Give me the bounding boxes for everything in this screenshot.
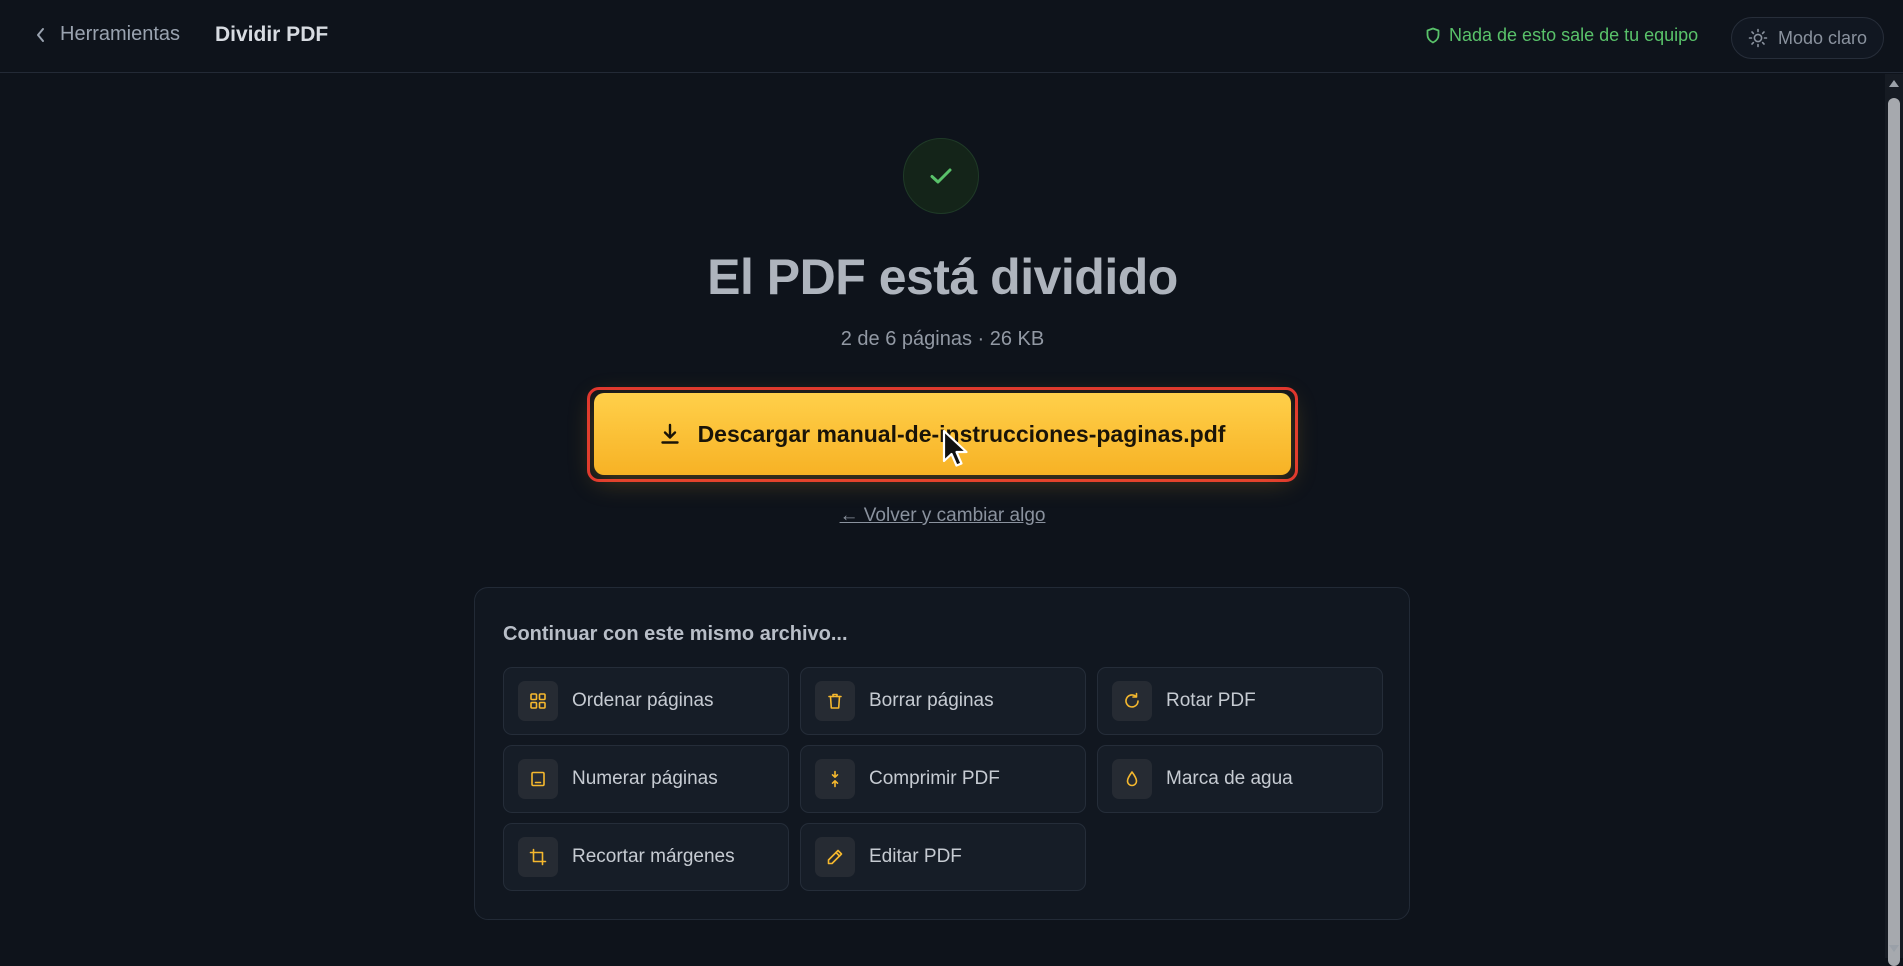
- scrollbar-thumb[interactable]: [1888, 98, 1900, 966]
- grid-icon: [518, 681, 558, 721]
- back-label: Herramientas: [60, 23, 181, 45]
- back-and-change-link[interactable]: ← Volver y cambiar algo: [0, 505, 1885, 527]
- result-meta: 2 de 6 páginas · 26 KB: [840, 328, 1045, 350]
- tool-ordenar-paginas[interactable]: Ordenar páginas: [503, 667, 789, 735]
- pencil-icon: [815, 837, 855, 877]
- shield-icon: [1426, 27, 1440, 44]
- back-and-change-text[interactable]: ← Volver y cambiar algo: [840, 505, 1046, 526]
- tool-recortar-margenes[interactable]: Recortar márgenes: [503, 823, 789, 891]
- light-mode-toggle[interactable]: Modo claro: [1731, 17, 1884, 59]
- tool-comprimir-pdf[interactable]: Comprimir PDF: [800, 745, 1086, 813]
- rotate-icon: [1112, 681, 1152, 721]
- mode-toggle-label: Modo claro: [1777, 27, 1868, 48]
- success-badge: [903, 138, 979, 214]
- tool-editar-pdf[interactable]: Editar PDF: [800, 823, 1086, 891]
- crop-icon: [518, 837, 558, 877]
- vertical-scrollbar[interactable]: [1885, 74, 1903, 966]
- tool-label: Ordenar páginas: [572, 690, 714, 711]
- droplet-icon: [1112, 759, 1152, 799]
- tool-label: Rotar PDF: [1166, 690, 1256, 711]
- page-number-icon: [518, 759, 558, 799]
- chevron-left-icon: [37, 27, 44, 42]
- tool-borrar-paginas[interactable]: Borrar páginas: [800, 667, 1086, 735]
- privacy-text: Nada de esto sale de tu equipo: [1449, 25, 1699, 45]
- tool-label: Editar PDF: [869, 846, 962, 867]
- download-icon: [660, 423, 679, 444]
- tool-numerar-paginas[interactable]: Numerar páginas: [503, 745, 789, 813]
- tool-label: Comprimir PDF: [869, 768, 1000, 789]
- privacy-note: Nada de esto sale de tu equipo: [1426, 25, 1698, 46]
- continue-panel: Continuar con este mismo archivo... Orde…: [474, 587, 1410, 920]
- tool-label: Numerar páginas: [572, 768, 718, 789]
- trash-icon: [815, 681, 855, 721]
- tool-label: Borrar páginas: [869, 690, 994, 711]
- continue-panel-title: Continuar con este mismo archivo...: [503, 623, 848, 645]
- tool-label: Recortar márgenes: [572, 846, 735, 867]
- back-to-tools-link[interactable]: Herramientas: [36, 23, 180, 46]
- checkmark-icon: [930, 168, 952, 184]
- tool-rotar-pdf[interactable]: Rotar PDF: [1097, 667, 1383, 735]
- page-title: Dividir PDF: [215, 23, 329, 46]
- scroll-up-arrow-icon[interactable]: [1889, 80, 1899, 87]
- mouse-cursor-icon: [942, 429, 968, 467]
- scroll-down-arrow-icon[interactable]: [1889, 945, 1899, 952]
- tool-marca-de-agua[interactable]: Marca de agua: [1097, 745, 1383, 813]
- tool-label: Marca de agua: [1166, 768, 1293, 789]
- sun-icon: [1748, 28, 1768, 48]
- result-headline: El PDF está dividido: [707, 249, 1178, 305]
- top-bar: Herramientas Dividir PDF Nada de esto sa…: [0, 0, 1903, 73]
- compress-icon: [815, 759, 855, 799]
